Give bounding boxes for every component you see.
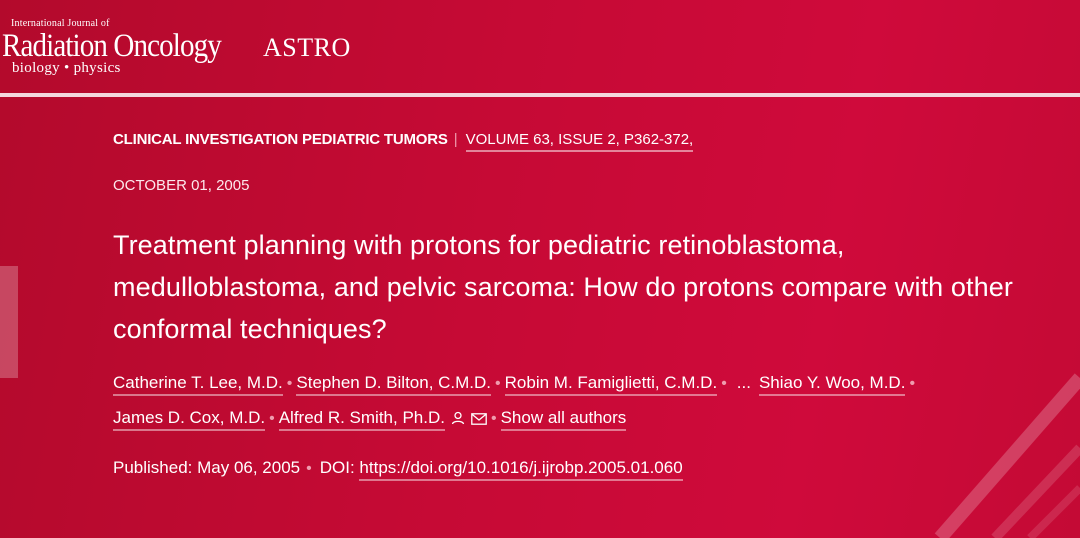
author-link[interactable]: Robin M. Famiglietti, C.M.D. bbox=[504, 373, 718, 396]
author-separator: • bbox=[490, 410, 497, 427]
side-tab[interactable] bbox=[0, 266, 18, 378]
author-separator: • bbox=[909, 375, 916, 392]
author-link[interactable]: Catherine T. Lee, M.D. bbox=[113, 373, 283, 396]
author-link[interactable]: James D. Cox, M.D. bbox=[113, 408, 266, 431]
person-icon[interactable] bbox=[451, 403, 465, 437]
author-list: Catherine T. Lee, M.D. • Stephen D. Bilton… bbox=[113, 366, 1053, 437]
publication-info: Published: May 06, 2005 • DOI: https://doi… bbox=[113, 458, 683, 481]
volume-issue-link[interactable]: VOLUME 63, ISSUE 2, P362-372, bbox=[465, 131, 694, 152]
journal-subtitle: biology • physics bbox=[12, 60, 121, 76]
astro-logo[interactable]: ASTRO bbox=[263, 33, 351, 63]
header-divider bbox=[0, 93, 1080, 97]
section-label: CLINICAL INVESTIGATION PEDIATRIC TUMORS bbox=[113, 131, 448, 148]
author-link[interactable]: Shiao Y. Woo, M.D. bbox=[758, 373, 906, 396]
author-ellipsis: ... bbox=[736, 373, 751, 392]
author-separator: • bbox=[721, 375, 727, 392]
doi-link[interactable]: https://doi.org/10.1016/j.ijrobp.2005.01… bbox=[359, 458, 683, 481]
author-link[interactable]: Stephen D. Bilton, C.M.D. bbox=[296, 373, 492, 396]
doi-label: DOI: bbox=[319, 458, 355, 477]
mail-icon[interactable] bbox=[471, 403, 487, 437]
author-separator: • bbox=[495, 375, 501, 392]
meta-separator: | bbox=[453, 131, 458, 148]
journal-header: International Journal of Radiation Oncol… bbox=[0, 0, 1080, 92]
author-separator: • bbox=[286, 375, 293, 392]
publication-separator: • bbox=[306, 460, 312, 477]
author-link[interactable]: Alfred R. Smith, Ph.D. bbox=[278, 408, 445, 431]
author-separator: • bbox=[269, 410, 275, 427]
article-title: Treatment planning with protons for pedi… bbox=[113, 230, 1013, 344]
published-date: Published: May 06, 2005 bbox=[113, 458, 301, 477]
issue-date: OCTOBER 01, 2005 bbox=[113, 177, 250, 194]
article-meta: CLINICAL INVESTIGATION PEDIATRIC TUMORS |… bbox=[113, 131, 694, 152]
show-all-authors-link[interactable]: Show all authors bbox=[500, 408, 627, 431]
